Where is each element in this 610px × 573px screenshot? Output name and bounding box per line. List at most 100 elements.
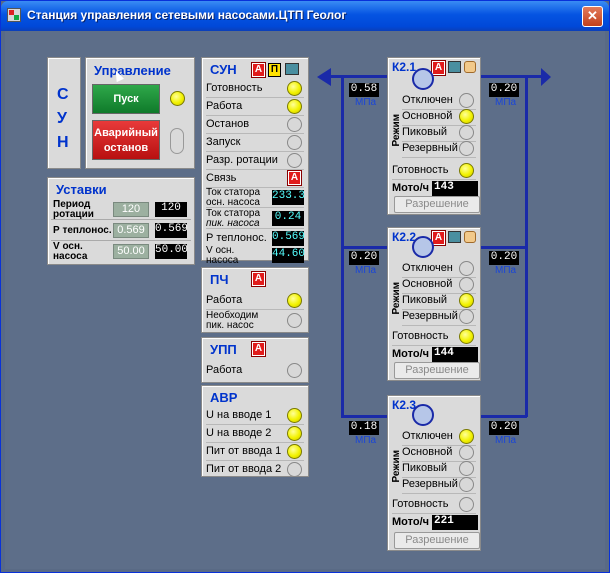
pump-inlet-unit: МПа (355, 97, 377, 108)
upp-work-lamp (287, 363, 302, 378)
sun-status-title: СУН (210, 62, 237, 77)
client-area: С У Н Управление Пуск Аварийный останов … (5, 31, 605, 569)
pump-inlet-unit: МПа (355, 435, 377, 446)
pump-outlet-pressure: 0.20 (489, 251, 519, 265)
stator-peak-value: 0.24 (272, 211, 304, 226)
mode-row-reserve[interactable]: Резервный (402, 308, 476, 326)
setpoint-label: Период ротации (53, 199, 94, 220)
avr-row-input1: U на вводе 1 (206, 407, 304, 425)
start-button[interactable]: Пуск (92, 84, 160, 114)
pump-symbol-icon[interactable] (412, 68, 434, 90)
avr-panel: АВР U на вводе 1 U на вводе 2 Пит от вво… (201, 385, 309, 477)
upp-title: УПП (210, 342, 237, 357)
pump-inlet-pressure: 0.58 (349, 83, 379, 97)
pump-ready-row: Готовность (392, 496, 476, 514)
pressure-value: 0.569 (272, 231, 305, 246)
avr-row-input2: U на вводе 2 (206, 425, 304, 443)
avr-input1-lamp (287, 408, 302, 423)
mode-row-reserve[interactable]: Резервный (402, 476, 476, 494)
pch-alarm-badge: А (251, 271, 266, 287)
start-lamp (170, 91, 185, 106)
avr-title: АВР (210, 390, 238, 405)
avr-feed1-lamp (287, 444, 302, 459)
status-row-rotation: Разр. ротации (206, 152, 304, 170)
status-row-link: Связь А (206, 170, 304, 188)
link-alarm-badge: А (287, 170, 302, 186)
motoh-value: 143 (432, 181, 478, 196)
upp-row-work: Работа (206, 362, 304, 380)
pump-outlet-pressure: 0.20 (489, 83, 519, 97)
status-row-stator-main: Ток статора осн. насоса 233.3 (206, 187, 306, 208)
mode-label: Режим (391, 450, 402, 483)
mode-label: Режим (391, 282, 402, 315)
mode-row-reserve[interactable]: Резервный (402, 140, 476, 158)
permission-button[interactable]: Разрешение (394, 532, 480, 549)
pump-symbol-icon[interactable] (412, 404, 434, 426)
permission-button[interactable]: Разрешение (394, 362, 480, 379)
status-row-vmain: V осн. насоса 44.60 (206, 245, 306, 266)
pump-panel-k21: К2.1 А Отключен Основной Пиковый Резервн… (387, 57, 481, 215)
computer-icon[interactable] (285, 63, 299, 75)
computer-icon[interactable] (448, 61, 461, 73)
computer-icon[interactable] (448, 231, 461, 243)
setpoint-label: V осн. насоса (53, 241, 88, 262)
hand-icon[interactable] (464, 231, 476, 243)
setpoint-actual: 50.00 (155, 244, 188, 259)
stator-main-value: 233.3 (272, 190, 305, 205)
mode-label: Режим (391, 114, 402, 147)
sun-letter: Н (57, 134, 69, 151)
setpoint-row: Период ротации 120 120 (51, 200, 191, 220)
pch-need-lamp (287, 313, 302, 328)
setpoint-input[interactable]: 120 (113, 202, 149, 217)
pump-outlet-unit: МПа (495, 435, 517, 446)
auto-mode-badge[interactable]: А (251, 62, 266, 78)
pump-inlet-pressure: 0.18 (349, 421, 379, 435)
hand-icon[interactable] (464, 61, 476, 73)
vmain-value: 44.60 (272, 248, 305, 263)
pump-symbol-icon[interactable] (412, 236, 434, 258)
close-button[interactable]: ✕ (582, 6, 603, 27)
app-icon[interactable] (7, 8, 21, 22)
launch-lamp (287, 135, 302, 150)
motoh-value: 221 (432, 515, 478, 530)
setpoint-row: V осн. насоса 50.00 50.00 (51, 242, 191, 262)
avr-feed2-lamp (287, 462, 302, 477)
estop-label-line2: останов (103, 142, 149, 154)
title-bar[interactable]: Станция управления сетевыми насосами.ЦТП… (1, 1, 609, 31)
pump-title: К2.1 (392, 60, 417, 74)
manual-mode-badge[interactable]: П (268, 63, 281, 77)
readiness-lamp (287, 81, 302, 96)
setpoint-input[interactable]: 50.00 (113, 244, 149, 259)
sun-side-panel: С У Н (47, 57, 81, 169)
avr-input2-lamp (287, 426, 302, 441)
permission-button[interactable]: Разрешение (394, 196, 480, 213)
pump-alarm-badge: А (431, 60, 446, 76)
setpoint-input[interactable]: 0.569 (113, 223, 149, 238)
pump-motoh-row: Мото/ч 221 (392, 514, 478, 532)
pch-title: ПЧ (210, 272, 229, 287)
pump-ready-row: Готовность (392, 328, 476, 346)
stop-lamp (287, 117, 302, 132)
outlet-arrow-icon (541, 68, 551, 86)
work-lamp (287, 99, 302, 114)
pump-panel-k23: К2.3 Отключен Основной Пиковый Резервный… (387, 395, 481, 551)
setpoint-actual: 120 (155, 202, 187, 217)
pump-alarm-badge: А (431, 230, 446, 246)
status-row-work: Работа (206, 98, 304, 116)
status-row-stator-peak: Ток статора пик. насоса 0.24 (206, 209, 304, 229)
status-row-readiness: Готовность (206, 80, 304, 98)
estop-label-line1: Аварийный (94, 127, 158, 139)
pump-inlet-pressure: 0.20 (349, 251, 379, 265)
setpoints-title: Уставки (56, 182, 107, 197)
sun-letter: У (57, 110, 67, 127)
setpoint-row: Р теплонос. 0.569 0.569 (51, 221, 191, 241)
inlet-arrow-icon (317, 68, 331, 86)
estop-lamp (170, 128, 184, 154)
pump-ready-row: Готовность (392, 162, 476, 180)
emergency-stop-button[interactable]: Аварийный останов (92, 120, 160, 160)
pch-row-need: Необходим пик. насос (206, 311, 304, 331)
control-panel: Управление Пуск Аварийный останов (85, 57, 195, 169)
status-row-stop: Останов (206, 116, 304, 134)
sun-status-panel: СУН А П Готовность Работа Останов Запуск… (201, 57, 309, 266)
pump-outlet-unit: МПа (495, 97, 517, 108)
